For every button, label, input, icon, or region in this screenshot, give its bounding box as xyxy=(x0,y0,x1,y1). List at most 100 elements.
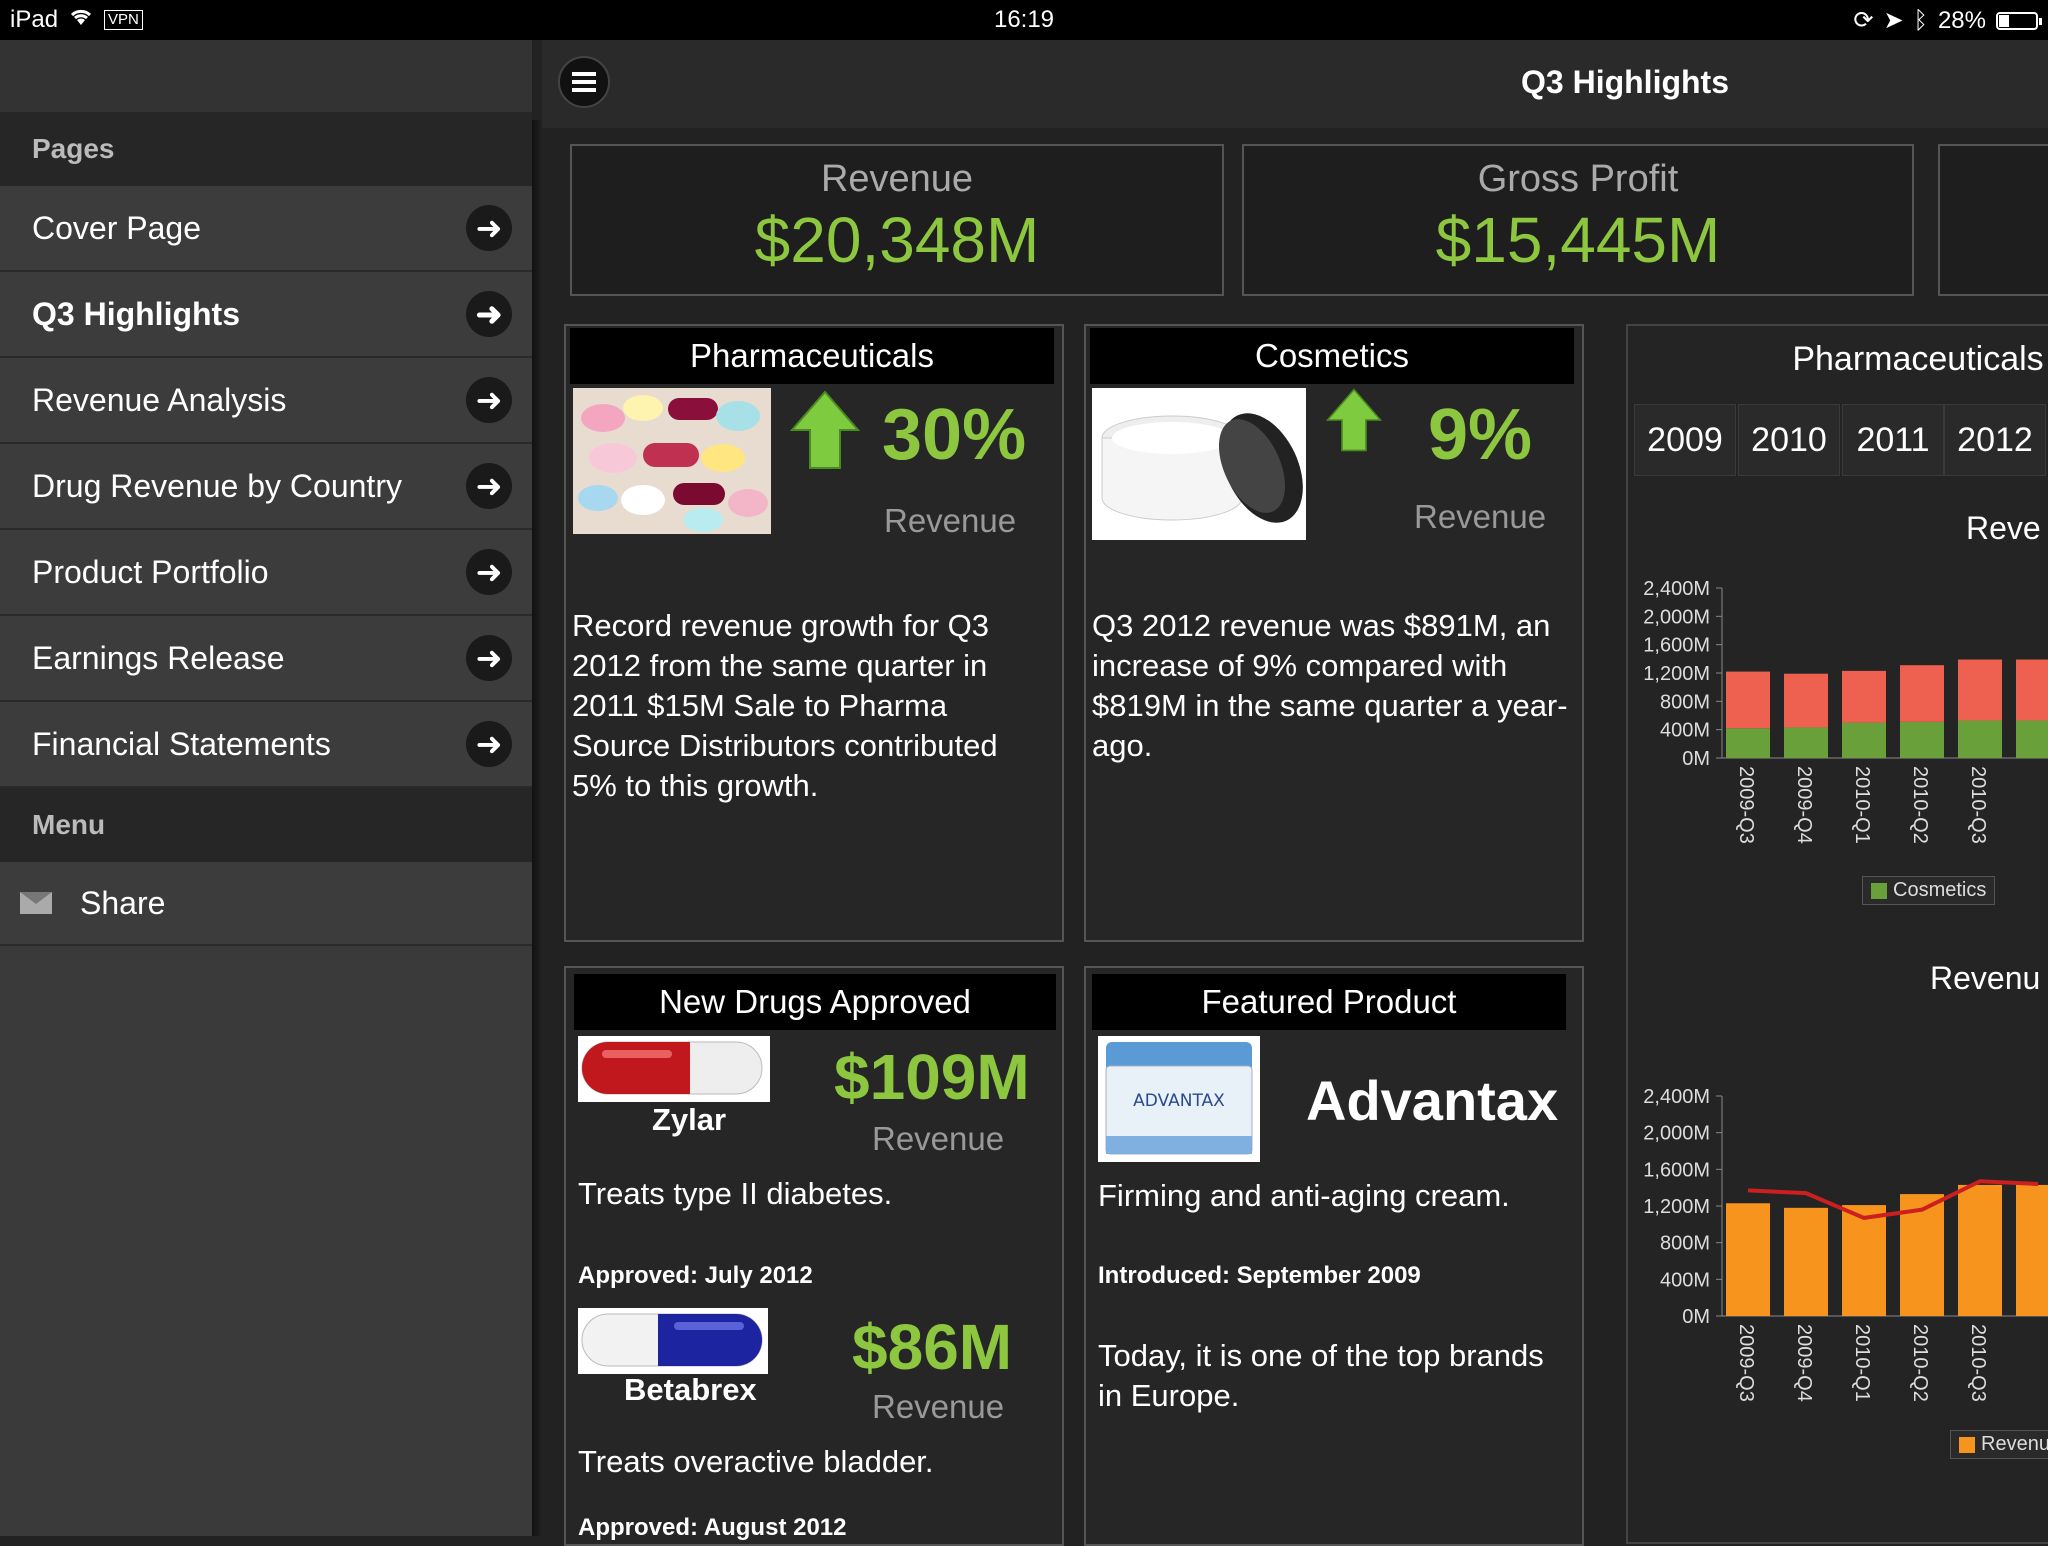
tab-2009[interactable]: 2009 xyxy=(1634,404,1736,476)
legend-swatch xyxy=(1959,1436,1975,1453)
share-button[interactable]: Share xyxy=(0,862,532,946)
kpi-label: Revenue xyxy=(820,158,974,200)
sidebar-item-financial-statements[interactable]: Financial Statements ➜ xyxy=(0,702,532,788)
chart-title: Reve xyxy=(1966,510,2041,546)
chart-legend: Cosmetics xyxy=(1862,876,1996,905)
arrow-up-icon xyxy=(1326,388,1382,452)
y-tick-label: 1,200M xyxy=(1643,1196,1710,1218)
revenue-sublabel: Revenue xyxy=(872,1120,1005,1157)
tab-2011[interactable]: 2011 xyxy=(1842,404,1944,476)
y-tick-label: 1,200M xyxy=(1643,663,1710,685)
drug-revenue: $86M xyxy=(852,1311,1013,1383)
capsule-blue-image xyxy=(578,1308,768,1374)
bar xyxy=(1784,1207,1828,1316)
y-tick-label: 800M xyxy=(1660,1233,1710,1255)
y-tick-label: 2,400M xyxy=(1643,1086,1710,1108)
x-tick-label: 2010-Q3 xyxy=(1967,766,1989,844)
legend-swatch xyxy=(1871,882,1887,899)
battery-icon xyxy=(1996,11,2042,30)
growth-percent: 30% xyxy=(882,395,1027,475)
bar xyxy=(1958,1184,2002,1316)
bar xyxy=(1784,673,1828,728)
tab-2010[interactable]: 2010 xyxy=(1738,404,1840,476)
x-tick-label: 2010-Q2 xyxy=(1909,1324,1931,1402)
x-tick-label: 2010-Q2 xyxy=(1909,766,1931,844)
card-description: Record revenue growth for Q3 2012 from t… xyxy=(572,608,998,803)
bar xyxy=(1726,728,1770,758)
y-tick-label: 400M xyxy=(1660,720,1710,742)
card-title: Featured Product xyxy=(1092,974,1566,1030)
card-description: Q3 2012 revenue was $891M, an increase o… xyxy=(1092,608,1568,763)
arrow-right-icon[interactable]: ➜ xyxy=(466,549,512,595)
cream-jar-image xyxy=(1092,388,1306,540)
sidebar-top xyxy=(0,40,532,112)
card-new-drugs: New Drugs Approved Zylar $109M Revenue T… xyxy=(564,966,1064,1546)
card-title: New Drugs Approved xyxy=(574,974,1056,1030)
sidebar-item-product-portfolio[interactable]: Product Portfolio ➜ xyxy=(0,530,532,616)
bar xyxy=(1842,1205,1886,1316)
panel-title: Pharmaceuticals xyxy=(1792,340,2044,378)
arrow-right-icon[interactable]: ➜ xyxy=(466,721,512,767)
page-title: Q3 Highlights xyxy=(1521,64,1729,100)
top-bar: Q3 Highlights xyxy=(542,40,2048,128)
revenue-sublabel: Revenue xyxy=(1414,498,1547,535)
introduced-date: Introduced: September 2009 xyxy=(1098,1262,1421,1289)
x-tick-label: 2010-Q3 xyxy=(1967,1324,1989,1402)
drug-description: Treats type II diabetes. xyxy=(578,1176,893,1211)
sidebar-item-q3-highlights[interactable]: Q3 Highlights ➜ xyxy=(0,272,532,358)
sidebar-item-drug-revenue-by-country[interactable]: Drug Revenue by Country ➜ xyxy=(0,444,532,530)
x-tick-label: 2009-Q4 xyxy=(1793,766,1815,844)
drug-name: Betabrex xyxy=(624,1372,757,1407)
x-tick-label: 2009-Q3 xyxy=(1735,766,1757,844)
x-tick-label: 2010-Q1 xyxy=(1851,1324,1873,1402)
arrow-right-icon[interactable]: ➜ xyxy=(466,635,512,681)
bar xyxy=(1784,727,1828,758)
sidebar-divider xyxy=(532,120,542,1536)
bar xyxy=(1900,721,1944,758)
bluetooth-icon: ᛒ xyxy=(1913,6,1928,34)
pages-header: Pages xyxy=(0,112,532,186)
right-panel-pharmaceuticals: Pharmaceuticals 2009 2010 2011 2012 Reve… xyxy=(1626,324,2048,1544)
kpi-value: $20,348M xyxy=(754,204,1040,276)
bar xyxy=(2016,720,2048,758)
sidebar-item-label: Q3 Highlights xyxy=(32,295,240,332)
sidebar-item-revenue-analysis[interactable]: Revenue Analysis ➜ xyxy=(0,358,532,444)
bar xyxy=(1958,720,2002,758)
product-description: Firming and anti-aging cream. xyxy=(1098,1178,1510,1213)
battery-percent: 28% xyxy=(1937,6,1986,34)
x-tick-label: 2009-Q4 xyxy=(1793,1324,1815,1402)
arrow-right-icon[interactable]: ➜ xyxy=(466,463,512,509)
card-title: Cosmetics xyxy=(1090,328,1574,384)
chart-legend: Revenu xyxy=(1950,1430,2048,1459)
arrow-right-icon[interactable]: ➜ xyxy=(466,291,512,337)
card-cosmetics: Cosmetics 9% Revenue Q3 2012 revenue was… xyxy=(1084,324,1584,942)
kpi-partial xyxy=(1938,144,2048,296)
revenue-sublabel: Revenue xyxy=(884,502,1017,539)
tab-2012[interactable]: 2012 xyxy=(1944,404,2046,476)
jar-brand-text: ADVANTAX xyxy=(1133,1091,1225,1111)
kpi-label: Gross Profit xyxy=(1477,158,1679,200)
location-icon: ➤ xyxy=(1883,7,1904,34)
sidebar-item-label: Earnings Release xyxy=(32,639,285,676)
share-label: Share xyxy=(80,884,166,921)
sidebar-item-earnings-release[interactable]: Earnings Release ➜ xyxy=(0,616,532,702)
bar xyxy=(1958,659,2002,721)
capsule-red-image xyxy=(578,1036,770,1102)
hamburger-menu-button[interactable] xyxy=(558,56,610,108)
mail-icon xyxy=(20,892,52,914)
clock: 16:19 xyxy=(993,6,1055,33)
drug-description: Treats overactive bladder. xyxy=(578,1444,934,1479)
y-tick-label: 400M xyxy=(1660,1269,1710,1291)
bar xyxy=(1726,1203,1770,1316)
y-tick-label: 0M xyxy=(1682,748,1710,770)
arrow-right-icon[interactable]: ➜ xyxy=(466,205,512,251)
sidebar-item-label: Revenue Analysis xyxy=(32,381,287,418)
arrow-right-icon[interactable]: ➜ xyxy=(466,377,512,423)
kpi-revenue: Revenue $20,348M xyxy=(570,144,1224,296)
product-name: Advantax xyxy=(1306,1069,1559,1132)
sidebar-item-cover-page[interactable]: Cover Page ➜ xyxy=(0,186,532,272)
sidebar-item-label: Product Portfolio xyxy=(32,553,269,590)
sidebar: Pages Cover Page ➜ Q3 Highlights ➜ Reven… xyxy=(0,40,532,1536)
hamburger-icon xyxy=(572,70,596,94)
chart-title: Revenu xyxy=(1930,960,2041,996)
